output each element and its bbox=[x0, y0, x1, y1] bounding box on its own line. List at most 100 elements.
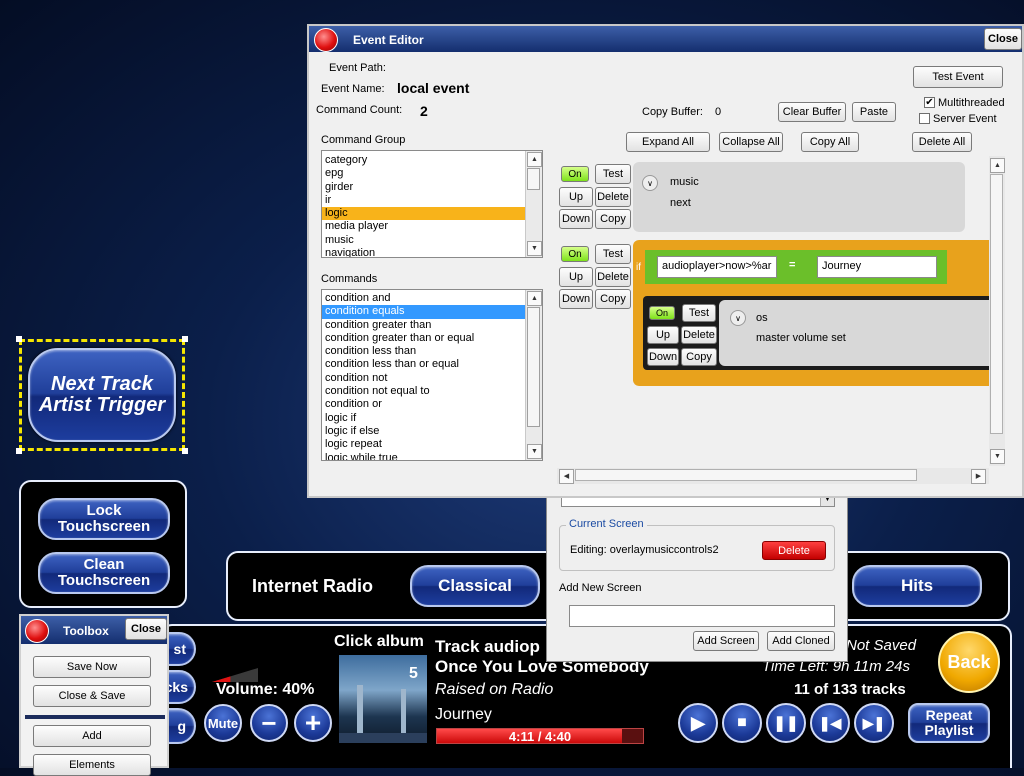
command-group-item[interactable]: ir bbox=[322, 194, 526, 207]
block3-on-button[interactable]: On bbox=[649, 306, 675, 320]
hits-station-button[interactable]: Hits bbox=[852, 565, 982, 607]
trigger-tile-handle[interactable] bbox=[16, 448, 22, 454]
toolbox-close-button[interactable]: Close bbox=[125, 618, 167, 640]
command-item[interactable]: condition equals bbox=[322, 305, 526, 319]
command-item[interactable]: logic while true bbox=[322, 452, 526, 460]
command-group-item[interactable]: media player bbox=[322, 220, 526, 233]
delete-screen-button[interactable]: Delete bbox=[762, 541, 826, 560]
block2-copy-button[interactable]: Copy bbox=[595, 289, 631, 309]
command-item[interactable]: condition less than or equal bbox=[322, 358, 526, 371]
back-button[interactable]: Back bbox=[938, 631, 1000, 693]
block1-down-button[interactable]: Down bbox=[559, 209, 593, 229]
script-horizontal-scrollbar[interactable]: ◀ ▶ bbox=[557, 468, 989, 484]
command-item[interactable]: logic if else bbox=[322, 425, 526, 438]
test-event-button[interactable]: Test Event bbox=[913, 66, 1003, 88]
block3-test-button[interactable]: Test bbox=[682, 304, 716, 322]
clean-touchscreen-button[interactable]: Clean Touchscreen bbox=[38, 552, 170, 594]
command-group-item[interactable]: category bbox=[322, 154, 526, 167]
block1-on-button[interactable]: On bbox=[561, 166, 589, 182]
multithreaded-checkbox[interactable]: ✔ bbox=[924, 97, 935, 108]
trigger-tile-handle[interactable] bbox=[182, 336, 188, 342]
pause-button[interactable]: ❚❚ bbox=[766, 703, 806, 743]
new-screen-name-input[interactable] bbox=[569, 605, 835, 627]
block1-card[interactable]: ∨ music next bbox=[633, 162, 965, 232]
block3-delete-button[interactable]: Delete bbox=[681, 326, 717, 344]
clear-buffer-button[interactable]: Clear Buffer bbox=[778, 102, 846, 122]
scroll-down-icon[interactable]: ▼ bbox=[527, 444, 542, 459]
elements-button[interactable]: Elements bbox=[33, 754, 151, 776]
command-item[interactable]: condition greater than bbox=[322, 319, 526, 332]
condition-left-input[interactable]: audioplayer>now>%ar bbox=[657, 256, 777, 278]
save-now-button[interactable]: Save Now bbox=[33, 656, 151, 678]
command-group-item[interactable]: logic bbox=[322, 207, 526, 221]
block1-test-button[interactable]: Test bbox=[595, 164, 631, 184]
commands-scrollbar[interactable]: ▲ ▼ bbox=[525, 290, 542, 460]
scroll-up-icon[interactable]: ▲ bbox=[527, 152, 542, 167]
stop-button[interactable]: ■ bbox=[722, 703, 762, 743]
block2-down-button[interactable]: Down bbox=[559, 289, 593, 309]
event-editor-titlebar[interactable]: Event Editor Close bbox=[309, 26, 1022, 52]
trigger-tile-handle[interactable] bbox=[182, 448, 188, 454]
scroll-left-icon[interactable]: ◀ bbox=[559, 469, 574, 484]
scroll-thumb[interactable] bbox=[527, 168, 540, 190]
command-group-item[interactable]: girder bbox=[322, 181, 526, 194]
block3-copy-button[interactable]: Copy bbox=[681, 348, 717, 366]
scroll-right-icon[interactable]: ▶ bbox=[971, 469, 986, 484]
block1-up-button[interactable]: Up bbox=[559, 187, 593, 207]
play-button[interactable]: ▶ bbox=[678, 703, 718, 743]
block2-test-button[interactable]: Test bbox=[595, 244, 631, 264]
next-track-artist-trigger-button[interactable]: Next Track Artist Trigger bbox=[28, 348, 176, 442]
command-item[interactable]: condition less than bbox=[322, 345, 526, 358]
command-item[interactable]: condition not bbox=[322, 372, 526, 385]
add-button[interactable]: Add bbox=[33, 725, 151, 747]
add-screen-button[interactable]: Add Screen bbox=[693, 631, 759, 651]
close-save-button[interactable]: Close & Save bbox=[33, 685, 151, 707]
command-group-list[interactable]: category epg girder ir logic media player musi… bbox=[321, 150, 543, 258]
scroll-thumb[interactable] bbox=[990, 174, 1003, 434]
next-track-button[interactable]: ▶❚ bbox=[854, 703, 894, 743]
toolbox-titlebar[interactable]: Toolbox Close bbox=[21, 616, 167, 644]
block2-up-button[interactable]: Up bbox=[559, 267, 593, 287]
block3-card[interactable]: ∨ os master volume set bbox=[719, 300, 1005, 366]
command-item[interactable]: condition greater than or equal bbox=[322, 332, 526, 345]
if-block[interactable]: if audioplayer>now>%ar = Journey On Test… bbox=[633, 240, 1005, 386]
scroll-up-icon[interactable]: ▲ bbox=[990, 158, 1005, 173]
script-vertical-scrollbar[interactable]: ▲ ▼ bbox=[989, 156, 1005, 466]
command-group-item[interactable]: navigation bbox=[322, 247, 526, 257]
volume-up-button[interactable]: + bbox=[294, 704, 332, 742]
track-progress-bar[interactable]: 4:11 / 4:40 bbox=[436, 728, 644, 744]
block1-copy-button[interactable]: Copy bbox=[595, 209, 631, 229]
commands-list[interactable]: condition and condition equals condition g… bbox=[321, 289, 543, 461]
repeat-playlist-button[interactable]: Repeat Playlist bbox=[908, 703, 990, 743]
trigger-tile-selection[interactable]: Next Track Artist Trigger bbox=[16, 336, 188, 454]
command-item[interactable]: condition or bbox=[322, 398, 526, 411]
server-event-checkbox[interactable] bbox=[919, 113, 930, 124]
block1-delete-button[interactable]: Delete bbox=[595, 187, 631, 207]
block3-collapse-icon[interactable]: ∨ bbox=[730, 310, 746, 326]
lock-touchscreen-button[interactable]: Lock Touchscreen bbox=[38, 498, 170, 540]
previous-track-button[interactable]: ❚◀ bbox=[810, 703, 850, 743]
collapse-all-button[interactable]: Collapse All bbox=[719, 132, 783, 152]
event-editor-close-button[interactable]: Close bbox=[984, 28, 1022, 50]
command-item[interactable]: logic if bbox=[322, 412, 526, 425]
delete-all-button[interactable]: Delete All bbox=[912, 132, 972, 152]
block1-collapse-icon[interactable]: ∨ bbox=[642, 175, 658, 191]
mute-button[interactable]: Mute bbox=[204, 704, 242, 742]
command-group-item[interactable]: music bbox=[322, 234, 526, 247]
command-item[interactable]: condition and bbox=[322, 292, 526, 305]
scroll-down-icon[interactable]: ▼ bbox=[990, 449, 1005, 464]
scroll-thumb[interactable] bbox=[527, 307, 540, 427]
scroll-down-icon[interactable]: ▼ bbox=[527, 241, 542, 256]
scroll-thumb[interactable] bbox=[575, 469, 917, 481]
command-group-item[interactable]: epg bbox=[322, 167, 526, 180]
block3-up-button[interactable]: Up bbox=[647, 326, 679, 344]
expand-all-button[interactable]: Expand All bbox=[626, 132, 710, 152]
add-cloned-button[interactable]: Add Cloned bbox=[767, 631, 835, 651]
volume-down-button[interactable]: − bbox=[250, 704, 288, 742]
block2-on-button[interactable]: On bbox=[561, 246, 589, 262]
scroll-up-icon[interactable]: ▲ bbox=[527, 291, 542, 306]
command-item[interactable]: condition not equal to bbox=[322, 385, 526, 398]
album-art[interactable]: 5 bbox=[339, 655, 427, 743]
copy-all-button[interactable]: Copy All bbox=[801, 132, 859, 152]
command-group-scrollbar[interactable]: ▲ ▼ bbox=[525, 151, 542, 257]
